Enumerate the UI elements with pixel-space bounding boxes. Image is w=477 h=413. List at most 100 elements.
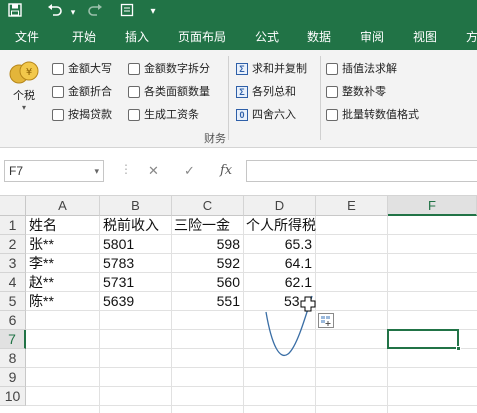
ribbon-separator [228,56,229,140]
amount-uppercase-button[interactable]: 金额大写 [52,60,112,78]
document-icon [52,109,64,121]
cell-cursor-icon [300,296,316,312]
cell-d1[interactable]: 个人所得税 [246,216,316,235]
title-bar: ▾ ▾ [0,0,477,24]
ribbon-group-label: 财务 [204,133,226,145]
tab-file[interactable]: 文件 [15,24,39,50]
column-header-a[interactable]: A [26,196,100,216]
worksheet-grid[interactable]: A B C D E F 1 2 3 4 5 6 7 8 9 10 姓名 税前收入… [0,196,477,413]
column-header-d[interactable]: D [244,196,316,216]
denomination-count-button[interactable]: 各类面额数量 [128,83,210,101]
cell-a4[interactable]: 赵** [29,273,54,292]
gridline [26,386,477,387]
column-header-e[interactable]: E [316,196,388,216]
cell-c3[interactable]: 592 [172,254,240,273]
cell-a2[interactable]: 张** [29,235,54,254]
print-preview-icon[interactable] [118,3,136,21]
document-icon [326,86,338,98]
ribbon-separator [320,56,321,140]
select-all-corner[interactable] [0,196,26,216]
undo-icon[interactable] [44,3,66,21]
split-digits-button[interactable]: 金额数字拆分 [128,60,210,78]
ribbon-tabs: 文件 开始 插入 页面布局 公式 数据 审阅 视图 方 [0,24,477,50]
tab-review[interactable]: 审阅 [360,24,384,50]
batch-to-number-button[interactable]: 批量转数值格式 [326,106,419,124]
name-box-dropdown-icon[interactable]: ▾ [94,161,99,181]
integer-pad-zero-button[interactable]: 整数补零 [326,83,386,101]
cell-a5[interactable]: 陈** [29,292,54,311]
customize-toolbar-icon[interactable]: ▾ [146,3,160,21]
document-icon [52,86,64,98]
row-header-6[interactable]: 6 [0,311,26,330]
row-header-9[interactable]: 9 [0,368,26,387]
row-header-3[interactable]: 3 [0,254,26,273]
cell-c5[interactable]: 551 [172,292,240,311]
tax-button[interactable]: ¥ 个税 ▾ [4,60,44,122]
cell-d4[interactable]: 62.1 [244,273,312,292]
formula-input[interactable] [246,160,477,182]
insert-function-icon[interactable]: fx [220,162,232,180]
row-header-10[interactable]: 10 [0,387,26,406]
cancel-icon[interactable]: ✕ [148,162,159,180]
column-header-f[interactable]: F [388,196,477,216]
cell-b4[interactable]: 5731 [103,273,134,292]
column-totals-button[interactable]: Σ 各列总和 [236,83,296,101]
sigma-icon: Σ [236,86,248,98]
column-header-c[interactable]: C [172,196,244,216]
rounding-icon: 0 [236,109,248,121]
row-header-2[interactable]: 2 [0,235,26,254]
row-header-5[interactable]: 5 [0,292,26,311]
gridline [26,405,477,406]
row-header-1[interactable]: 1 [0,216,26,235]
save-icon[interactable] [6,3,24,21]
enter-icon[interactable]: ✓ [184,162,195,180]
name-box[interactable]: F7 ▾ [4,160,104,182]
tax-button-label: 个税 [13,90,35,102]
gridline [26,310,477,311]
cell-a1[interactable]: 姓名 [29,216,57,235]
cell-b2[interactable]: 5801 [103,235,134,254]
quick-analysis-icon[interactable] [318,313,334,328]
fill-handle[interactable] [456,346,461,351]
tab-page-layout[interactable]: 页面布局 [178,24,226,50]
svg-text:¥: ¥ [26,67,32,78]
generate-payslip-button[interactable]: 生成工资条 [128,106,199,124]
cell-a3[interactable]: 李** [29,254,54,273]
mortgage-loan-button[interactable]: 按揭贷款 [52,106,112,124]
gridline [99,216,100,413]
document-icon [326,63,338,75]
cell-c1[interactable]: 三险一金 [174,216,230,235]
cell-c4[interactable]: 560 [172,273,240,292]
cell-b1[interactable]: 税前收入 [103,216,159,235]
tab-home[interactable]: 开始 [72,24,96,50]
tax-dropdown-icon: ▾ [21,103,26,112]
redo-icon[interactable] [84,3,106,21]
tab-data[interactable]: 数据 [307,24,331,50]
cell-c2[interactable]: 598 [172,235,240,254]
interpolation-button[interactable]: 插值法求解 [326,60,397,78]
cell-d3[interactable]: 64.1 [244,254,312,273]
undo-dropdown-icon[interactable]: ▾ [68,3,78,21]
document-icon [52,63,64,75]
cell-d2[interactable]: 65.3 [244,235,312,254]
cell-b3[interactable]: 5783 [103,254,134,273]
tab-formulas[interactable]: 公式 [255,24,279,50]
round-half-even-button[interactable]: 0 四舍六入 [236,106,296,124]
row-header-8[interactable]: 8 [0,349,26,368]
tab-insert[interactable]: 插入 [125,24,149,50]
active-cell-f7[interactable] [387,329,459,349]
gridline [26,367,477,368]
row-header-7[interactable]: 7 [0,330,26,349]
document-icon [326,109,338,121]
gridline [387,216,388,413]
ribbon-panel: ¥ 个税 ▾ 金额大写 金额折合 按揭贷款 金额数字拆分 各类面额数量 生成工资… [0,50,477,148]
document-icon [128,63,140,75]
cell-b5[interactable]: 5639 [103,292,134,311]
tab-more[interactable]: 方 [466,24,477,50]
sum-and-copy-button[interactable]: Σ 求和并复制 [236,60,307,78]
row-header-4[interactable]: 4 [0,273,26,292]
tab-view[interactable]: 视图 [413,24,437,50]
amount-convert-button[interactable]: 金额折合 [52,83,112,101]
document-icon [128,109,140,121]
column-header-b[interactable]: B [100,196,172,216]
